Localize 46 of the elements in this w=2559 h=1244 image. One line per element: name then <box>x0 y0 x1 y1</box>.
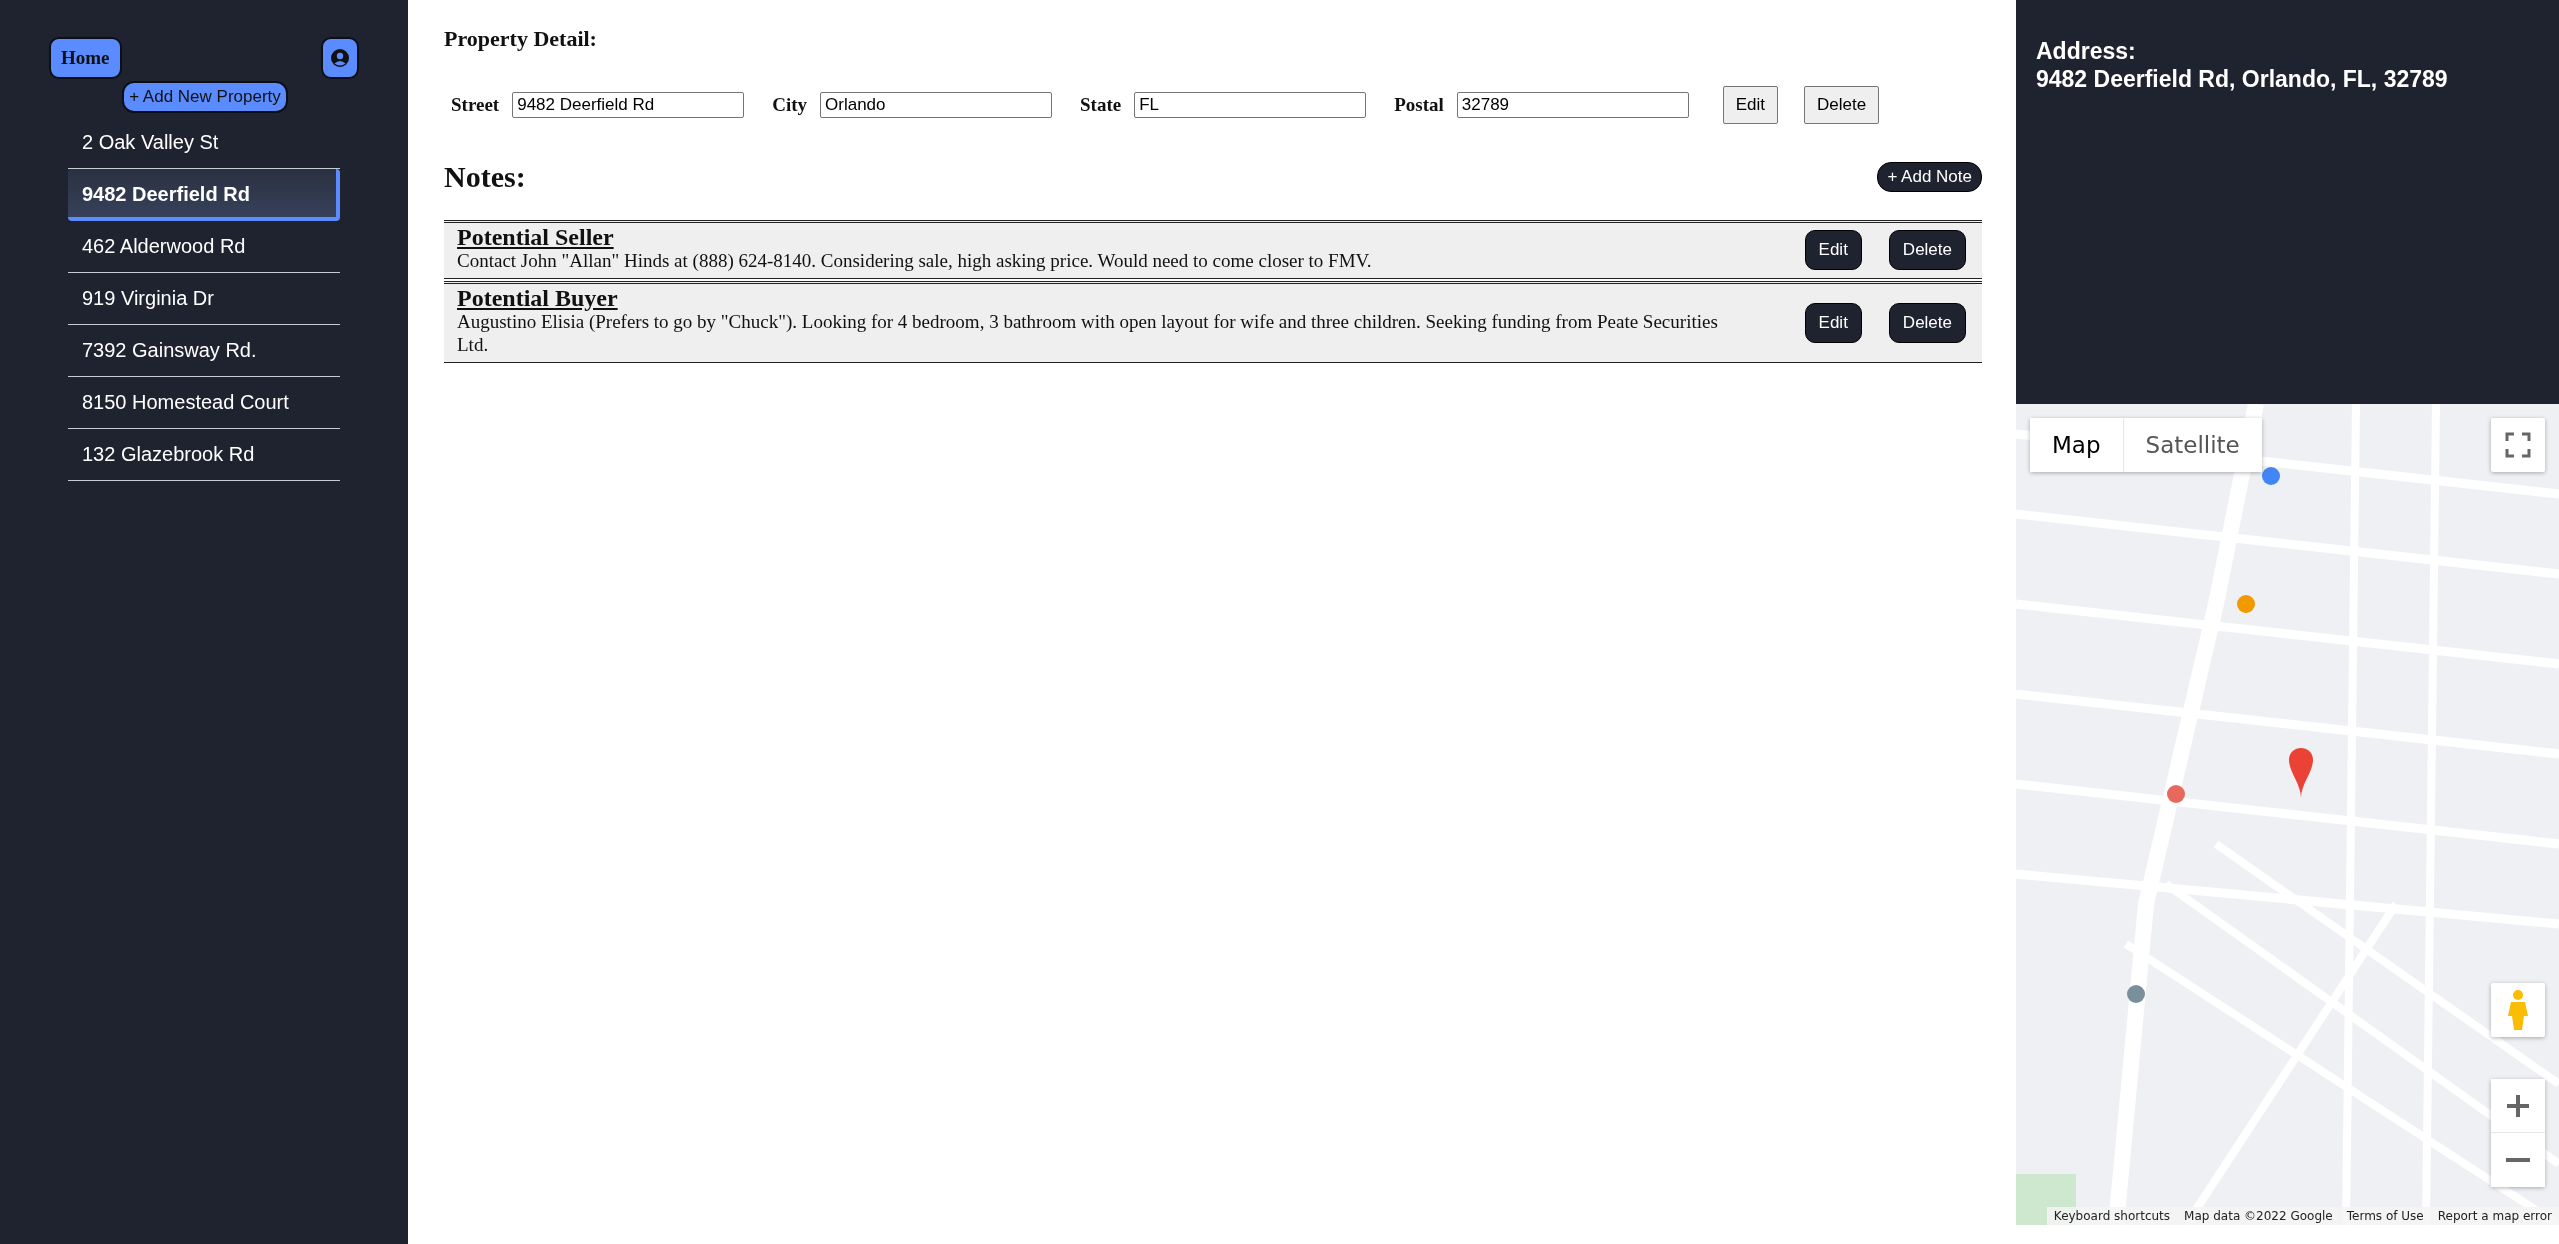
map-type-tab[interactable]: Satellite <box>2123 418 2262 472</box>
user-icon <box>330 48 350 68</box>
home-button[interactable]: Home <box>49 37 122 79</box>
property-item[interactable]: 8150 Homestead Court <box>68 377 340 429</box>
input-field[interactable]: FL <box>1134 92 1367 118</box>
person-icon <box>2505 989 2531 1031</box>
note-button[interactable]: Delete <box>1888 302 1966 343</box>
form-button[interactable]: Edit <box>1722 86 1779 124</box>
field-label: City <box>772 94 807 116</box>
note-button[interactable]: Edit <box>1804 230 1862 271</box>
form-button[interactable]: Delete <box>1804 86 1880 124</box>
note-button[interactable]: Edit <box>1804 302 1862 343</box>
field-label: Street <box>451 94 500 116</box>
property-item[interactable]: 9482 Deerfield Rd <box>68 169 340 221</box>
map-footer-link[interactable]: Terms of Use <box>2339 1207 2431 1225</box>
add-property-button[interactable]: + Add New Property <box>122 81 288 113</box>
map-footer-link[interactable]: Keyboard shortcuts <box>2046 1207 2178 1225</box>
input-field[interactable]: 9482 Deerfield Rd <box>512 92 745 118</box>
property-item[interactable]: 462 Alderwood Rd <box>68 221 340 273</box>
input-field[interactable]: 32789 <box>1456 92 1689 118</box>
map-footer-link[interactable]: Map data ©2022 Google <box>2177 1207 2340 1225</box>
field-label: Postal <box>1394 94 1444 116</box>
note-title: Potential Seller <box>457 225 615 251</box>
fullscreen-button[interactable] <box>2491 418 2545 472</box>
input-field[interactable]: Orlando <box>820 92 1052 118</box>
map-type-tab[interactable]: Map <box>2030 418 2124 472</box>
profile-button[interactable] <box>321 37 359 79</box>
note-text: Augustino Elisia (Prefers to go by "Chuck"). Looking for 4 bedroom, 3 bathroom with open layout for wife and three children. Seeking funding from Peate Securities Ltd. <box>457 311 1719 357</box>
note-button[interactable]: Delete <box>1888 230 1966 271</box>
add-note-button[interactable]: + Add Note <box>1877 162 1982 192</box>
zoom-out-button[interactable] <box>2491 1133 2545 1187</box>
minus-icon <box>2506 1158 2530 1162</box>
property-item[interactable]: 919 Virginia Dr <box>68 273 340 325</box>
note-title: Potential Buyer <box>457 286 619 312</box>
zoom-in-button[interactable] <box>2491 1079 2545 1133</box>
field-label: State <box>1080 94 1122 116</box>
address-label: Address: <box>2036 38 2137 66</box>
address-text: 9482 Deerfield Rd, Orlando, FL, 32789 <box>2036 65 2449 94</box>
notes-heading: Notes: <box>444 160 526 194</box>
property-item[interactable]: 7392 Gainsway Rd. <box>68 325 340 377</box>
note-text: Contact John "Allan" Hinds at (888) 624-8140. Considering sale, high asking price. Would need to come closer to FMV. <box>457 250 1373 274</box>
plus-icon <box>2506 1093 2530 1118</box>
property-item[interactable]: 132 Glazebrook Rd <box>68 429 340 481</box>
section-title: Property Detail: <box>444 26 598 52</box>
fullscreen-icon <box>2505 432 2531 458</box>
map-footer-link[interactable]: Report a map error <box>2430 1207 2559 1225</box>
